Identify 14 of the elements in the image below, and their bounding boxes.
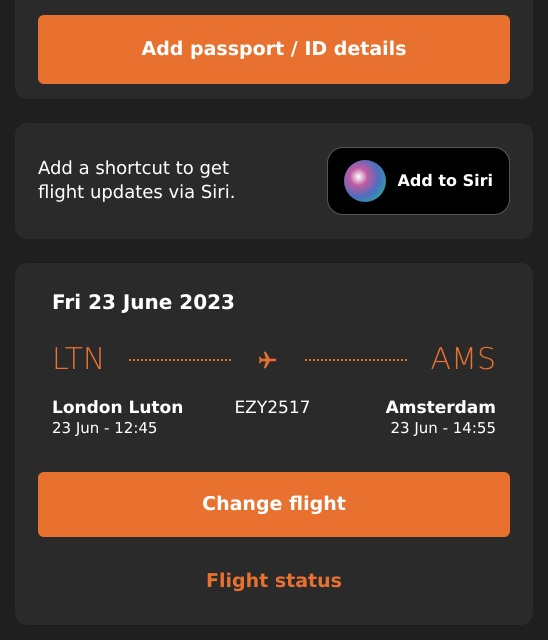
- destination-airport: Amsterdam: [386, 398, 496, 418]
- origin-code: LTN: [52, 341, 106, 379]
- add-passport-button[interactable]: Add passport / ID details: [38, 15, 510, 84]
- destination-code: AMS: [430, 341, 496, 379]
- siri-orb-icon: [344, 160, 386, 202]
- origin-airport: London Luton: [52, 398, 184, 418]
- arrival-time: 23 Jun - 14:55: [390, 418, 496, 438]
- departure-time: 23 Jun - 12:45: [52, 418, 158, 438]
- flight-date: Fri 23 June 2023: [51, 289, 236, 316]
- change-flight-button[interactable]: Change flight: [38, 472, 510, 537]
- add-to-siri-button[interactable]: Add to Siri: [326, 147, 510, 215]
- siri-shortcut-text: Add a shortcut to get flight updates via Siri.: [38, 157, 236, 205]
- flight-number: EZY2517: [234, 398, 310, 420]
- flight-status-link[interactable]: Flight status: [206, 567, 342, 596]
